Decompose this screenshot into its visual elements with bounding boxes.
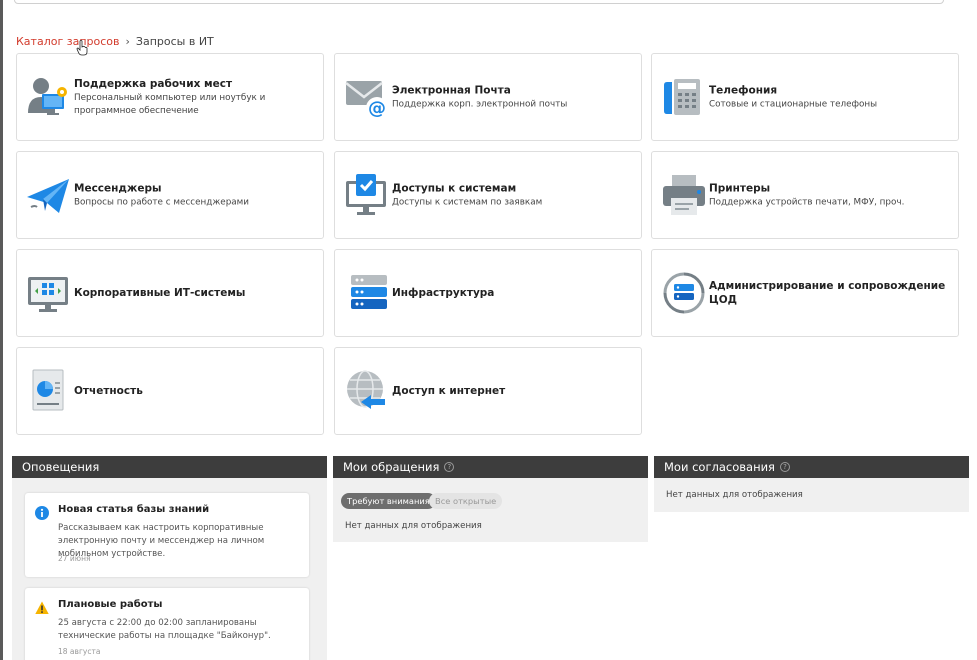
tile-corporate-it-systems[interactable]: Корпоративные ИТ-системы	[16, 249, 324, 337]
tab-all-open[interactable]: Все открытые	[429, 493, 503, 509]
tile-description: Доступы к системам по заявкам	[392, 197, 543, 208]
notification-text: Рассказываем как настроить корпоративные…	[58, 523, 265, 559]
tile-title: Поддержка рабочих мест	[74, 78, 233, 90]
tile-datacenter-administration[interactable]: Администрирование и сопровождение ЦОД	[651, 249, 959, 337]
tile-workplace-support[interactable]: Поддержка рабочих мест Персональный комп…	[16, 53, 324, 141]
tile-infrastructure[interactable]: Инфраструктура	[334, 249, 642, 337]
printer-icon	[663, 175, 705, 215]
workplace-icon	[28, 78, 67, 115]
tile-messengers[interactable]: Мессенджеры Вопросы по работе с мессендж…	[16, 151, 324, 239]
server-icon	[351, 275, 387, 309]
search-bar[interactable]	[14, 0, 944, 4]
tab-requires-attention[interactable]: Требуют внимания	[341, 493, 436, 509]
tile-email[interactable]: @ Электронная Почта Поддержка корп. элек…	[334, 53, 642, 141]
tile-description: Персональный компьютер или ноутбук и про…	[74, 93, 266, 116]
paper-plane-icon	[27, 179, 69, 213]
my-approvals-panel: Нет данных для отображения	[654, 478, 969, 512]
notifications-header: Оповещения	[12, 456, 327, 478]
breadcrumb-current: Запросы в ИТ	[135, 35, 214, 48]
my-requests-header: Мои обращения ?	[333, 456, 648, 478]
tile-system-access[interactable]: Доступы к системам Доступы к системам по…	[334, 151, 642, 239]
tile-title: Инфраструктура	[392, 287, 495, 299]
tile-reporting[interactable]: Отчетность	[16, 347, 324, 435]
tile-title: Доступы к системам	[392, 182, 517, 195]
notification-card[interactable]: Плановые работы 25 августа с 22:00 до 02…	[25, 588, 309, 660]
svg-text:@: @	[368, 98, 386, 119]
tile-printers[interactable]: Принтеры Поддержка устройств печати, МФУ…	[651, 151, 959, 239]
notification-date: 18 августа	[58, 647, 101, 656]
corporate-systems-icon	[28, 277, 68, 312]
tile-title: Администрирование и сопровождение ЦОД	[709, 280, 946, 306]
notification-text: 25 августа с 22:00 до 02:00 запланирован…	[58, 618, 271, 641]
my-approvals-header: Мои согласования ?	[654, 456, 969, 478]
tile-title: Корпоративные ИТ-системы	[74, 287, 246, 299]
tile-title: Электронная Почта	[392, 84, 511, 97]
tile-internet-access[interactable]: Доступ к интернет	[334, 347, 642, 435]
globe-icon	[347, 370, 385, 409]
tile-title: Телефония	[709, 84, 778, 97]
phone-icon	[664, 79, 700, 115]
info-icon	[35, 506, 49, 520]
my-requests-empty: Нет данных для отображения	[345, 521, 482, 531]
tile-title: Отчетность	[74, 385, 143, 397]
tile-description: Поддержка корп. электронной почты	[392, 99, 568, 110]
notifications-title: Оповещения	[22, 460, 100, 474]
monitor-check-icon	[346, 174, 386, 215]
tile-title: Мессенджеры	[74, 182, 162, 195]
email-icon: @	[345, 81, 388, 119]
my-requests-panel: Требуют внимания Все открытые Нет данных…	[333, 478, 648, 542]
report-icon	[32, 369, 64, 411]
my-requests-title: Мои обращения	[343, 460, 440, 474]
notification-title: Плановые работы	[58, 599, 163, 610]
notification-title: Новая статья базы знаний	[58, 504, 210, 515]
tile-description: Сотовые и стационарные телефоны	[709, 99, 878, 110]
notifications-panel: Новая статья базы знаний Рассказываем ка…	[12, 478, 327, 660]
breadcrumb-catalog-link[interactable]: Каталог запросов	[16, 35, 120, 48]
tile-title: Доступ к интернет	[392, 385, 506, 397]
help-icon[interactable]: ?	[444, 462, 455, 472]
datacenter-cycle-icon	[663, 272, 705, 314]
tile-telephony[interactable]: Телефония Сотовые и стационарные телефон…	[651, 53, 959, 141]
notification-card[interactable]: Новая статья базы знаний Рассказываем ка…	[25, 493, 309, 577]
tile-title: Принтеры	[709, 182, 771, 195]
my-approvals-title: Мои согласования	[664, 460, 775, 474]
breadcrumb: Каталог запросов › Запросы в ИТ	[16, 35, 214, 48]
window-left-edge	[0, 0, 3, 660]
notification-date: 27 июня	[58, 554, 91, 563]
hand-cursor-icon	[76, 40, 88, 56]
help-icon[interactable]: ?	[779, 462, 790, 472]
warning-icon	[35, 601, 49, 614]
tile-description: Поддержка устройств печати, МФУ, проч.	[709, 197, 905, 208]
my-approvals-empty: Нет данных для отображения	[666, 490, 803, 500]
tile-description: Вопросы по работе с мессенджерами	[74, 197, 250, 208]
chevron-right-icon: ›	[125, 35, 130, 48]
